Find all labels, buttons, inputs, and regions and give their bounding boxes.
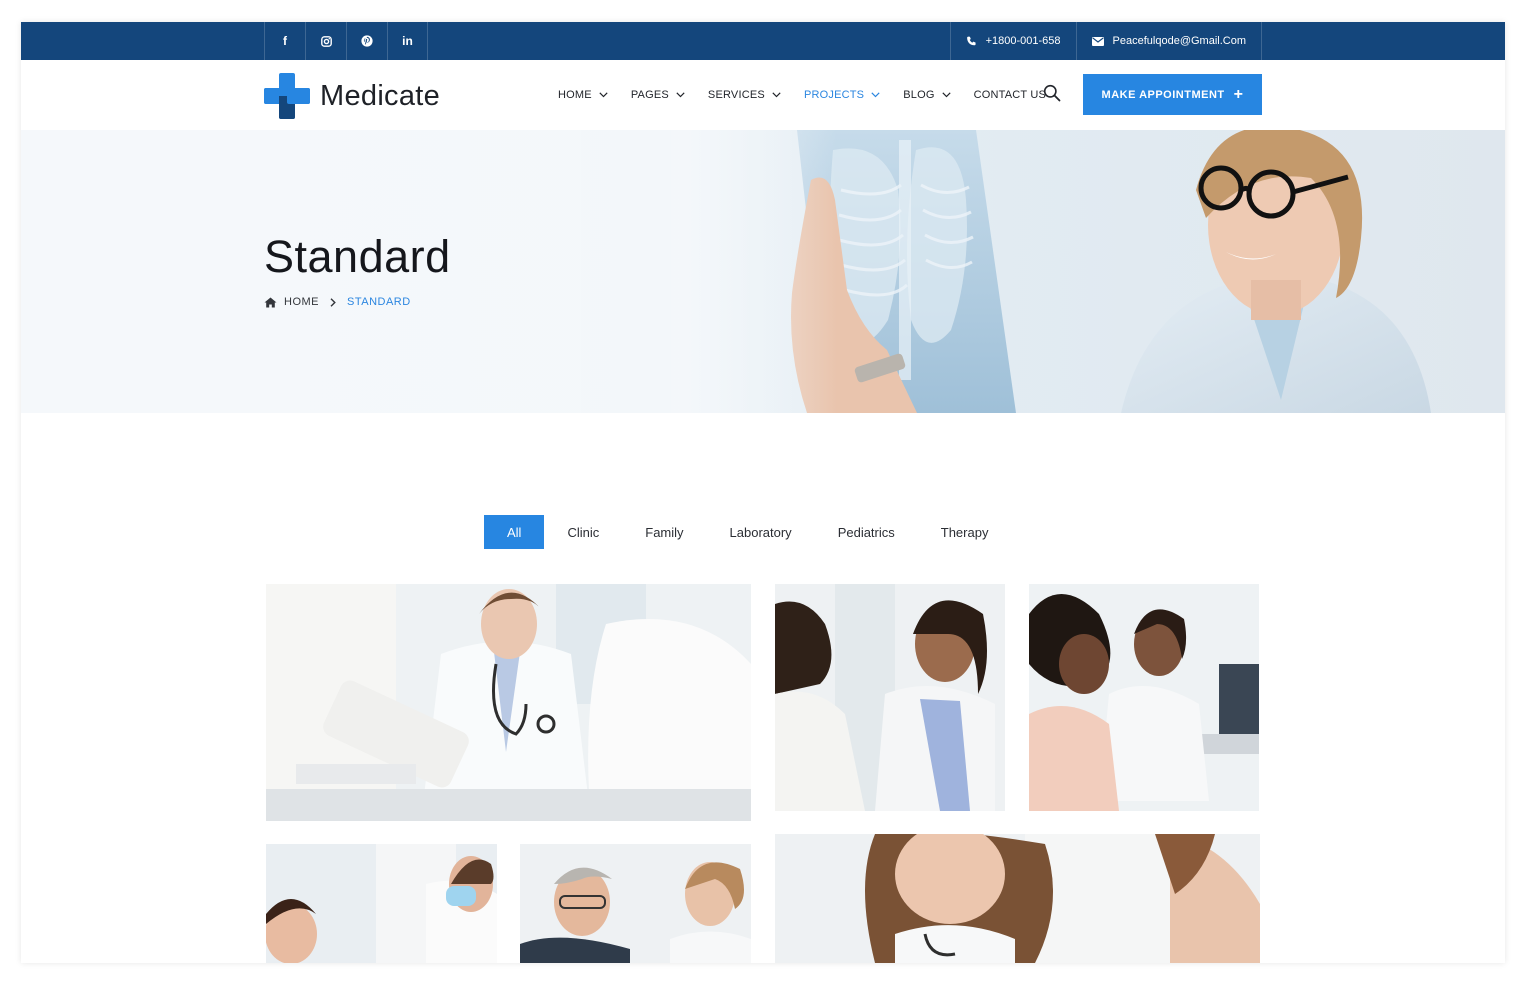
make-appointment-label: MAKE APPOINTMENT bbox=[1101, 88, 1225, 101]
email-address: Peacefulqode@Gmail.Com bbox=[1112, 35, 1246, 47]
chevron-down-icon bbox=[599, 92, 608, 98]
chevron-down-icon bbox=[676, 92, 685, 98]
nav-label: HOME bbox=[558, 89, 592, 101]
phone-icon bbox=[966, 36, 977, 47]
filter-label: Pediatrics bbox=[837, 524, 895, 540]
instagram-icon[interactable] bbox=[305, 22, 346, 60]
facebook-icon[interactable]: f bbox=[264, 22, 305, 60]
nav-contact-us[interactable]: CONTACT US bbox=[974, 89, 1047, 101]
hero-doctor-xray-image bbox=[21, 130, 1505, 413]
filter-clinic[interactable]: Clinic bbox=[544, 515, 622, 549]
filter-label: All bbox=[507, 524, 522, 540]
filter-family[interactable]: Family bbox=[622, 515, 706, 549]
facebook-glyph: f bbox=[283, 34, 287, 48]
search-icon[interactable] bbox=[1043, 84, 1061, 102]
project-image[interactable] bbox=[775, 584, 1005, 811]
logo[interactable]: Medicate bbox=[264, 73, 440, 119]
home-icon bbox=[264, 297, 277, 308]
chevron-right-icon bbox=[330, 297, 336, 307]
project-image[interactable] bbox=[266, 844, 497, 963]
filter-label: Clinic bbox=[567, 524, 600, 540]
portfolio-filters: All Clinic Family Laboratory Pediatrics … bbox=[484, 515, 1011, 549]
linkedin-icon[interactable]: in bbox=[387, 22, 428, 60]
page-frame: f in +1800-001-658 Peacefulqode@Gmail.Co… bbox=[21, 22, 1505, 963]
chevron-down-icon bbox=[941, 92, 951, 98]
make-appointment-button[interactable]: MAKE APPOINTMENT + bbox=[1083, 74, 1262, 115]
breadcrumb: HOME STANDARD bbox=[264, 296, 411, 308]
nav-label: PROJECTS bbox=[803, 89, 865, 101]
top-bar: f in +1800-001-658 Peacefulqode@Gmail.Co… bbox=[21, 22, 1505, 60]
nav-home[interactable]: HOME bbox=[558, 89, 608, 101]
nav-blog[interactable]: BLOG bbox=[903, 89, 951, 101]
phone-link[interactable]: +1800-001-658 bbox=[949, 22, 1076, 60]
social-links: f in bbox=[264, 22, 428, 60]
chevron-down-icon bbox=[871, 92, 880, 98]
pinterest-icon[interactable] bbox=[346, 22, 387, 60]
email-link[interactable]: Peacefulqode@Gmail.Com bbox=[1075, 22, 1262, 60]
main-header: Medicate HOME PAGES SERVICES PROJECTS BL… bbox=[21, 60, 1505, 130]
logo-text: Medicate bbox=[320, 79, 441, 112]
breadcrumb-home-link[interactable]: HOME bbox=[284, 296, 319, 308]
project-image[interactable] bbox=[1029, 584, 1259, 811]
phone-number: +1800-001-658 bbox=[985, 35, 1061, 47]
filter-all[interactable]: All bbox=[484, 515, 545, 549]
filter-label: Therapy bbox=[940, 524, 989, 540]
page-hero: Standard HOME STANDARD bbox=[21, 130, 1505, 413]
envelope-icon bbox=[1091, 36, 1104, 46]
main-nav: HOME PAGES SERVICES PROJECTS BLOG CONTAC… bbox=[558, 60, 1069, 130]
nav-label: CONTACT US bbox=[973, 89, 1047, 101]
plus-icon: + bbox=[1233, 85, 1244, 103]
filter-pediatrics[interactable]: Pediatrics bbox=[815, 515, 918, 549]
chevron-down-icon bbox=[772, 92, 781, 98]
nav-services[interactable]: SERVICES bbox=[708, 89, 781, 101]
nav-label: BLOG bbox=[903, 89, 935, 101]
nav-pages[interactable]: PAGES bbox=[631, 89, 685, 101]
filter-label: Laboratory bbox=[729, 524, 792, 540]
filter-therapy[interactable]: Therapy bbox=[918, 515, 1012, 549]
breadcrumb-current: STANDARD bbox=[347, 296, 411, 308]
linkedin-glyph: in bbox=[402, 34, 413, 48]
medical-cross-icon bbox=[264, 73, 310, 119]
page-title: Standard bbox=[264, 231, 451, 282]
nav-label: PAGES bbox=[630, 89, 669, 101]
project-image[interactable] bbox=[775, 834, 1260, 963]
project-image[interactable] bbox=[266, 584, 751, 821]
nav-label: SERVICES bbox=[707, 89, 765, 101]
nav-projects[interactable]: PROJECTS bbox=[804, 89, 880, 101]
filter-laboratory[interactable]: Laboratory bbox=[707, 515, 815, 549]
contact-info: +1800-001-658 Peacefulqode@Gmail.Com bbox=[949, 22, 1262, 60]
filter-label: Family bbox=[645, 524, 684, 540]
project-image[interactable] bbox=[520, 844, 751, 963]
